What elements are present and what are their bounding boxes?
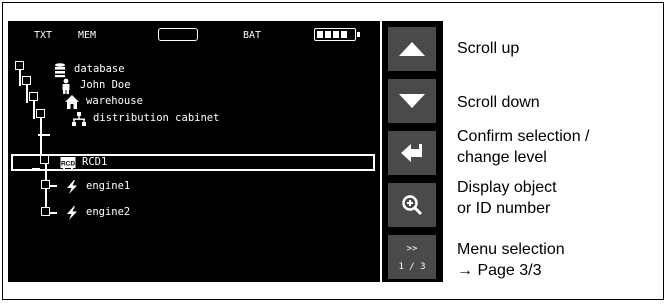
menu-page-button[interactable]: >> 1 / 3 <box>388 235 436 279</box>
network-icon <box>72 112 86 126</box>
txt-indicator: TXT <box>34 30 53 41</box>
device-screen: TXT MEM BAT database John Doe warehouse … <box>8 21 380 282</box>
memory-gauge <box>158 28 198 41</box>
battery-icon <box>314 28 360 41</box>
confirm-description-line2: change level <box>457 149 547 166</box>
tree-item-label: distribution cabinet <box>93 112 220 124</box>
status-bar: TXT MEM BAT <box>8 21 380 47</box>
lightning-icon <box>67 206 77 220</box>
enter-arrow-icon <box>401 144 422 162</box>
house-icon <box>65 95 79 109</box>
scroll-up-button[interactable] <box>388 27 436 71</box>
softkey-bar: >> 1 / 3 <box>382 21 443 282</box>
person-icon <box>62 78 70 94</box>
tree-item-label: engine1 <box>86 180 131 192</box>
tree-item-label: John Doe <box>80 79 131 91</box>
database-icon <box>55 63 65 78</box>
display-description-line1: Display object <box>457 179 557 196</box>
rcd-badge: RCD <box>61 161 75 168</box>
display-description-line2: or ID number <box>457 200 551 217</box>
scroll-up-description: Scroll up <box>457 40 520 57</box>
menu-description-line2: → Page 3/3 <box>457 262 542 279</box>
page-arrow-label: >> <box>406 244 418 254</box>
bat-indicator: BAT <box>243 30 262 41</box>
tree-item-label: engine2 <box>86 206 131 218</box>
rcd-icon: RCD <box>60 157 76 171</box>
zoom-button[interactable] <box>388 183 436 227</box>
confirm-button[interactable] <box>388 131 436 175</box>
tree-item-label: database <box>74 63 125 75</box>
confirm-description-line1: Confirm selection / <box>457 128 590 145</box>
triangle-down-icon <box>399 94 425 108</box>
page-number-label: 1 / 3 <box>398 262 426 272</box>
tree-item-label: warehouse <box>86 95 143 107</box>
triangle-up-icon <box>399 42 425 56</box>
zoom-in-icon <box>402 195 423 216</box>
mem-indicator: MEM <box>78 30 97 41</box>
tree-item-label: RCD1 <box>82 156 108 168</box>
menu-description-line1: Menu selection <box>457 241 565 258</box>
lightning-icon <box>67 180 77 194</box>
scroll-down-description: Scroll down <box>457 94 540 111</box>
scroll-down-button[interactable] <box>388 79 436 123</box>
